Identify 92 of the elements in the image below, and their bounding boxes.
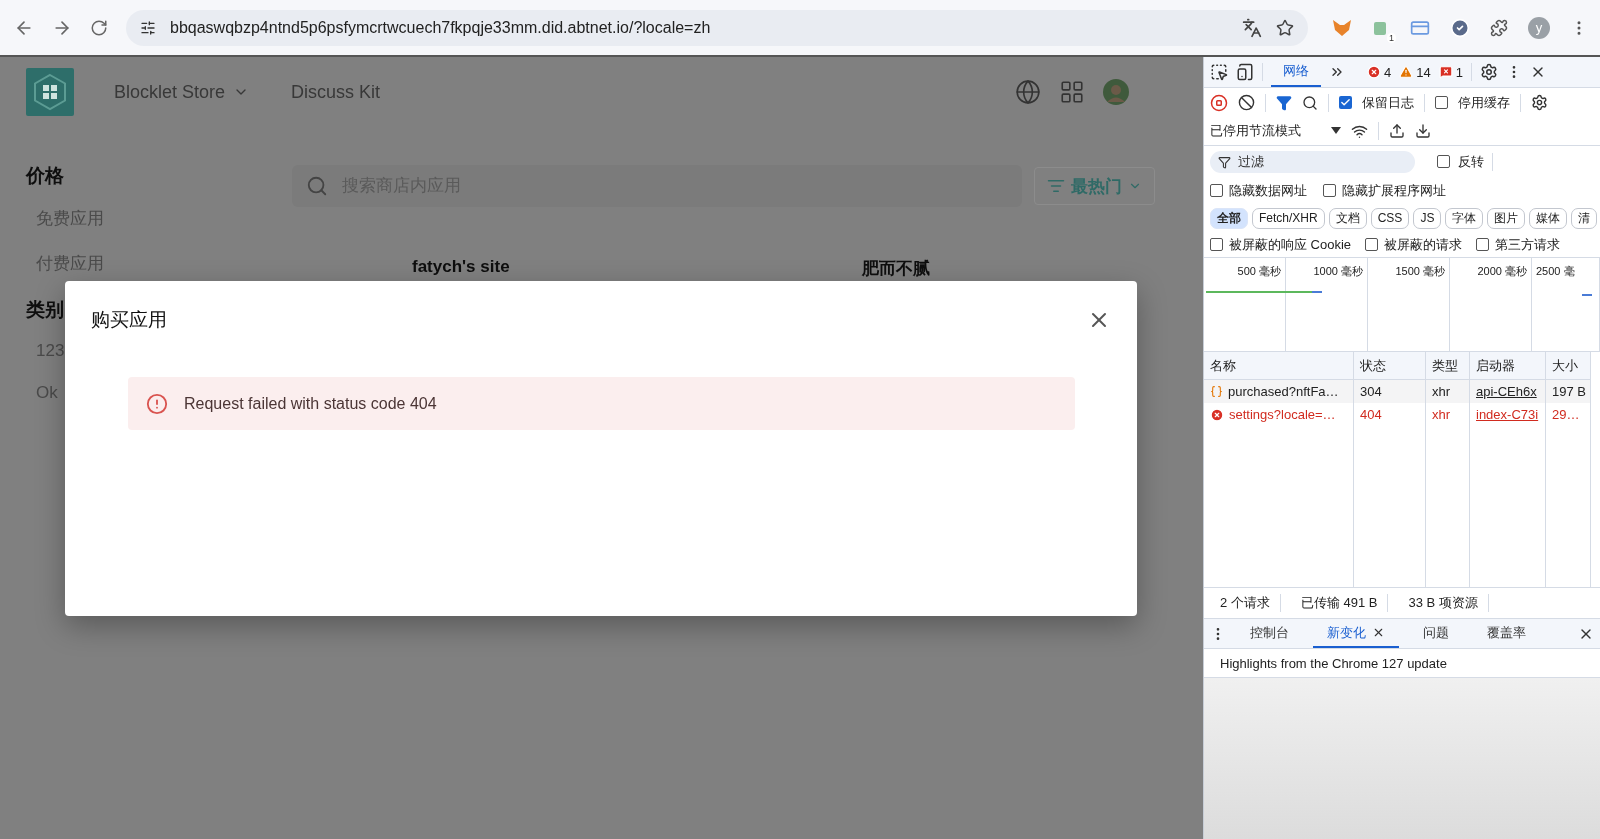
drawer-tab[interactable]: 新变化: [1313, 619, 1399, 648]
checkbox-label[interactable]: 停用缓存: [1458, 93, 1510, 112]
type-filter-chip[interactable]: CSS: [1370, 207, 1410, 229]
initiator-link[interactable]: index-C73i: [1476, 407, 1539, 422]
search-icon[interactable]: [1302, 94, 1318, 111]
checkbox[interactable]: [1476, 238, 1490, 251]
column-header[interactable]: 启动器: [1470, 352, 1546, 380]
column-header[interactable]: 类型: [1426, 352, 1470, 380]
drawer-tab[interactable]: 问题: [1409, 619, 1463, 648]
type-filter-chip[interactable]: 全部: [1210, 207, 1248, 229]
drawer-tab[interactable]: 覆盖率: [1473, 619, 1540, 648]
alert-icon: [146, 392, 168, 415]
checkbox[interactable]: [1210, 184, 1223, 197]
logo-icon[interactable]: [26, 68, 74, 116]
request-name: purchased?nftFa…: [1228, 384, 1339, 399]
count-badge[interactable]: 4: [1367, 64, 1392, 80]
puzzle-icon[interactable]: [1490, 18, 1508, 37]
filter-field[interactable]: 过滤: [1210, 150, 1415, 173]
checkbox-label[interactable]: 第三方请求: [1495, 235, 1561, 254]
card-title: 肥而不腻: [862, 258, 931, 280]
throttling-dropdown[interactable]: 已停用节流模式: [1210, 122, 1301, 140]
extension-badge: 1: [1387, 32, 1396, 43]
url-text: bbqaswqbzp4ntnd5p6psfymcrtwcuech7fkpqje33mm.did.abtnet.io/?locale=zh: [170, 18, 712, 37]
whats-new-text: Highlights from the Chrome 127 update: [1220, 655, 1447, 671]
translate-icon[interactable]: [1242, 17, 1262, 38]
type-filter-chip[interactable]: 图片: [1487, 207, 1526, 229]
request-name-cell[interactable]: purchased?nftFa…: [1204, 380, 1354, 403]
request-name: settings?locale=…: [1229, 407, 1336, 422]
warning-icon: [1399, 65, 1414, 79]
type-cell: xhr: [1426, 380, 1470, 403]
globe-icon[interactable]: [1015, 79, 1041, 105]
clear-icon[interactable]: [1238, 94, 1255, 111]
checkbox-label[interactable]: 被屏蔽的响应 Cookie: [1229, 235, 1352, 254]
column-header[interactable]: 名称: [1204, 352, 1354, 380]
summary-text: 2 个请求: [1210, 594, 1281, 612]
checkbox[interactable]: [1339, 96, 1352, 109]
error-icon: [1367, 65, 1381, 79]
search-icon: [306, 175, 328, 197]
column-header[interactable]: 大小: [1546, 352, 1591, 380]
settings-icon[interactable]: [1479, 63, 1498, 81]
sort-icon: [1047, 177, 1065, 195]
filter-icon: [1218, 155, 1231, 169]
timeline-tick: 500 毫秒: [1237, 264, 1281, 279]
address-bar[interactable]: bbqaswqbzp4ntnd5p6psfymcrtwcuech7fkpqje33mm.did.abtnet.io/?locale=zh: [126, 9, 1308, 46]
download-icon[interactable]: [1415, 123, 1431, 139]
reload-icon[interactable]: [90, 18, 108, 37]
check-circle-icon[interactable]: [1450, 17, 1470, 38]
checkbox-label[interactable]: 隐藏数据网址: [1229, 181, 1307, 200]
filter-icon[interactable]: [1276, 94, 1292, 111]
count-badge[interactable]: 14: [1399, 64, 1431, 80]
dialog-title: 购买应用: [91, 308, 167, 332]
card-title: fatych's site: [412, 257, 511, 278]
fox-icon[interactable]: [1332, 18, 1352, 37]
record-stop-icon[interactable]: [1210, 93, 1228, 112]
sidebar-heading: 类别: [26, 298, 64, 322]
checkbox[interactable]: [1323, 184, 1336, 197]
upload-icon[interactable]: [1389, 123, 1405, 139]
type-filter-chip[interactable]: 媒体: [1529, 207, 1568, 229]
column-header[interactable]: 状态: [1354, 352, 1426, 380]
issue-icon: [1438, 65, 1453, 79]
timeline-tick: 1500 毫秒: [1395, 264, 1445, 279]
checkbox-label[interactable]: 反转: [1458, 152, 1484, 171]
size-cell: 197 B: [1546, 380, 1591, 403]
type-filter-chip[interactable]: 字体: [1445, 207, 1484, 229]
checkbox-label[interactable]: 保留日志: [1362, 93, 1414, 112]
checkbox[interactable]: [1435, 96, 1448, 109]
checkbox-label[interactable]: 被屏蔽的请求: [1384, 235, 1463, 254]
grid-icon[interactable]: [1059, 79, 1085, 105]
device-toolbar-icon[interactable]: [1236, 63, 1254, 81]
timeline-tick: 2000 毫秒: [1477, 264, 1527, 279]
summary-text: 已传输 491 B: [1290, 594, 1389, 612]
timeline-tick: 2500 毫: [1536, 264, 1575, 279]
settings-icon[interactable]: [1531, 94, 1548, 111]
drawer-tab[interactable]: 控制台: [1236, 619, 1303, 648]
count-badge[interactable]: 1: [1438, 64, 1463, 80]
timeline-tick: 1000 毫秒: [1313, 264, 1363, 279]
close-tab-icon[interactable]: [1372, 626, 1385, 639]
site-info-icon[interactable]: [140, 19, 156, 36]
summary-text: 33 B 项资源: [1398, 594, 1489, 612]
inspect-icon[interactable]: [1210, 63, 1228, 81]
checkbox-label[interactable]: 隐藏扩展程序网址: [1342, 181, 1446, 200]
checkbox[interactable]: [1365, 238, 1379, 251]
alert-message: Request failed with status code 404: [184, 394, 437, 413]
type-filter-chip[interactable]: 文档: [1328, 207, 1367, 229]
type-filter-chip[interactable]: Fetch/XHR: [1252, 207, 1325, 229]
status-cell: 304: [1354, 380, 1426, 403]
type-filter-chip[interactable]: 清: [1571, 207, 1598, 229]
checkbox[interactable]: [1210, 238, 1223, 251]
bookmark-star-icon[interactable]: [1276, 18, 1294, 37]
checkbox[interactable]: [1437, 155, 1450, 168]
sidebar-heading: 价格: [26, 164, 64, 188]
type-filter-chip[interactable]: JS: [1413, 207, 1442, 229]
